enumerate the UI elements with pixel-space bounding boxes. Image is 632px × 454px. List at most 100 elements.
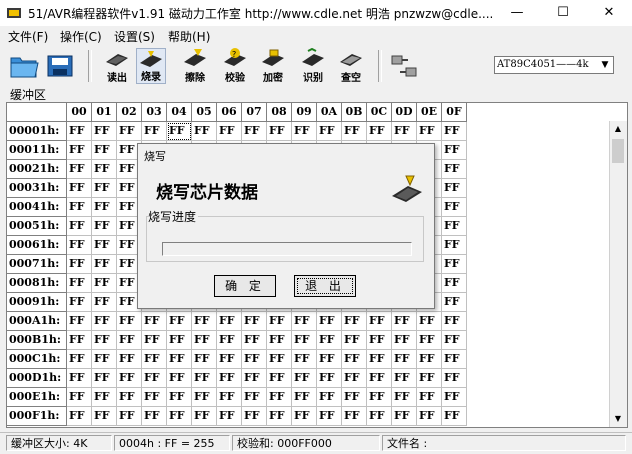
- hex-cell[interactable]: FF: [367, 388, 392, 407]
- hex-cell[interactable]: FF: [442, 141, 467, 160]
- hex-cell[interactable]: FF: [142, 369, 167, 388]
- hex-cell[interactable]: FF: [92, 407, 117, 426]
- hex-cell[interactable]: FF: [417, 407, 442, 426]
- hex-cell[interactable]: FF: [417, 122, 442, 141]
- hex-cell[interactable]: FF: [117, 407, 142, 426]
- hex-cell[interactable]: FF: [192, 350, 217, 369]
- hex-cell[interactable]: FF: [67, 141, 92, 160]
- scroll-down-icon[interactable]: ▼: [610, 411, 626, 427]
- hex-cell[interactable]: FF: [142, 331, 167, 350]
- menu-help[interactable]: 帮助(H): [168, 28, 210, 45]
- hex-cell[interactable]: FF: [217, 388, 242, 407]
- hex-cell[interactable]: FF: [267, 122, 292, 141]
- hex-cell[interactable]: FF: [342, 350, 367, 369]
- exit-button[interactable]: 退 出: [294, 275, 356, 297]
- hex-cell[interactable]: FF: [267, 331, 292, 350]
- hex-cell[interactable]: FF: [142, 407, 167, 426]
- hex-cell[interactable]: FF: [267, 350, 292, 369]
- hex-cell[interactable]: FF: [192, 122, 217, 141]
- hex-cell[interactable]: FF: [67, 122, 92, 141]
- blank-check-button[interactable]: 查空: [336, 48, 366, 84]
- hex-cell[interactable]: FF: [67, 407, 92, 426]
- hex-cell[interactable]: FF: [392, 350, 417, 369]
- hex-cell[interactable]: FF: [67, 293, 92, 312]
- menu-settings[interactable]: 设置(S): [114, 28, 155, 45]
- encrypt-button[interactable]: 加密: [258, 48, 288, 84]
- save-disk-icon[interactable]: [44, 50, 76, 82]
- hex-cell[interactable]: FF: [442, 331, 467, 350]
- hex-cell[interactable]: FF: [117, 388, 142, 407]
- hex-cell[interactable]: FF: [317, 388, 342, 407]
- hex-cell[interactable]: FF: [242, 350, 267, 369]
- hex-cell[interactable]: FF: [92, 122, 117, 141]
- hex-cell[interactable]: FF: [92, 274, 117, 293]
- scroll-thumb[interactable]: [612, 139, 624, 163]
- hex-cell[interactable]: FF: [267, 369, 292, 388]
- hex-cell[interactable]: FF: [292, 388, 317, 407]
- hex-cell[interactable]: FF: [67, 255, 92, 274]
- hex-cell[interactable]: FF: [317, 312, 342, 331]
- hex-cell[interactable]: FF: [192, 388, 217, 407]
- hex-cell[interactable]: FF: [242, 369, 267, 388]
- close-button[interactable]: ✕: [586, 0, 632, 26]
- hex-cell[interactable]: FF: [92, 160, 117, 179]
- hex-cell[interactable]: FF: [67, 312, 92, 331]
- hex-cell[interactable]: FF: [167, 388, 192, 407]
- hex-cell[interactable]: FF: [92, 350, 117, 369]
- hex-cell[interactable]: FF: [417, 331, 442, 350]
- hex-cell[interactable]: FF: [342, 407, 367, 426]
- hex-cell[interactable]: FF: [167, 369, 192, 388]
- hex-cell[interactable]: FF: [117, 312, 142, 331]
- open-folder-icon[interactable]: [8, 50, 40, 82]
- vertical-scrollbar[interactable]: ▲ ▼: [609, 121, 627, 427]
- program-button[interactable]: 烧录: [136, 48, 166, 84]
- hex-cell[interactable]: FF: [392, 369, 417, 388]
- hex-cell[interactable]: FF: [192, 369, 217, 388]
- menu-operate[interactable]: 操作(C): [60, 28, 102, 45]
- hex-cell[interactable]: FF: [342, 369, 367, 388]
- hex-cell[interactable]: FF: [142, 312, 167, 331]
- hex-cell[interactable]: FF: [67, 217, 92, 236]
- hex-cell[interactable]: FF: [92, 198, 117, 217]
- hex-cell[interactable]: FF: [92, 141, 117, 160]
- hex-cell[interactable]: FF: [67, 236, 92, 255]
- hex-cell[interactable]: FF: [392, 388, 417, 407]
- port-connect-icon[interactable]: [390, 50, 422, 82]
- hex-cell[interactable]: FF: [67, 369, 92, 388]
- hex-cell[interactable]: FF: [367, 122, 392, 141]
- hex-cell[interactable]: FF: [217, 312, 242, 331]
- hex-cell[interactable]: FF: [267, 312, 292, 331]
- hex-cell[interactable]: FF: [367, 331, 392, 350]
- hex-cell[interactable]: FF: [167, 407, 192, 426]
- hex-cell[interactable]: FF: [117, 350, 142, 369]
- hex-cell[interactable]: FF: [192, 331, 217, 350]
- hex-cell[interactable]: FF: [367, 312, 392, 331]
- hex-cell[interactable]: FF: [392, 312, 417, 331]
- hex-cell[interactable]: FF: [217, 331, 242, 350]
- hex-cell[interactable]: FF: [142, 388, 167, 407]
- hex-cell[interactable]: FF: [342, 331, 367, 350]
- hex-cell[interactable]: FF: [267, 407, 292, 426]
- hex-cell[interactable]: FF: [317, 350, 342, 369]
- hex-cell[interactable]: FF: [442, 236, 467, 255]
- scroll-up-icon[interactable]: ▲: [610, 121, 626, 137]
- hex-cell[interactable]: FF: [92, 236, 117, 255]
- hex-cell[interactable]: FF: [117, 331, 142, 350]
- hex-cell[interactable]: FF: [167, 312, 192, 331]
- hex-cell[interactable]: FF: [92, 369, 117, 388]
- hex-cell[interactable]: FF: [417, 369, 442, 388]
- hex-cell[interactable]: FF: [117, 122, 142, 141]
- hex-cell[interactable]: FF: [242, 407, 267, 426]
- hex-cell[interactable]: FF: [167, 331, 192, 350]
- hex-cell[interactable]: FF: [442, 122, 467, 141]
- hex-cell[interactable]: FF: [67, 350, 92, 369]
- hex-cell[interactable]: FF: [442, 160, 467, 179]
- hex-cell[interactable]: FF: [142, 122, 167, 141]
- hex-cell[interactable]: FF: [92, 217, 117, 236]
- hex-cell[interactable]: FF: [67, 160, 92, 179]
- hex-cell[interactable]: FF: [417, 312, 442, 331]
- hex-cell[interactable]: FF: [192, 312, 217, 331]
- hex-cell[interactable]: FF: [367, 369, 392, 388]
- hex-cell[interactable]: FF: [217, 350, 242, 369]
- hex-cell[interactable]: FF: [292, 331, 317, 350]
